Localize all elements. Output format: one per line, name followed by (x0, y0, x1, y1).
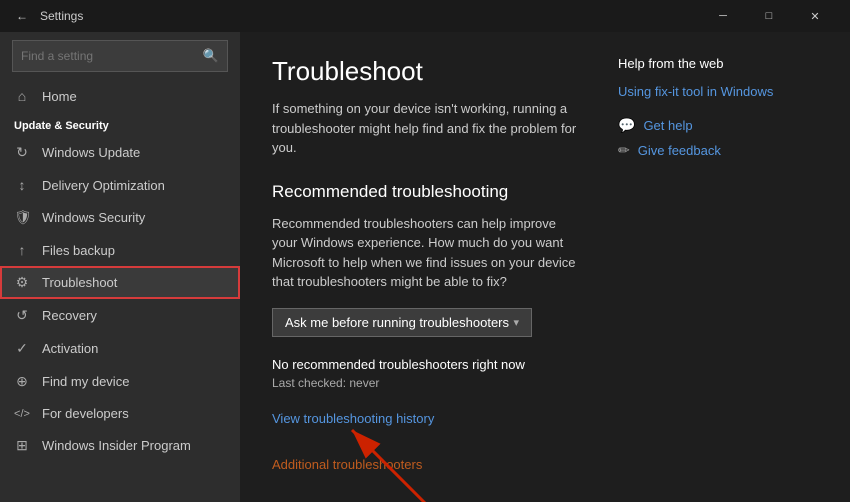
sidebar-item-windows-insider[interactable]: ⊞ Windows Insider Program (0, 429, 240, 462)
sidebar-section-label: Update & Security (0, 112, 240, 136)
search-box[interactable]: 🔍 (12, 40, 228, 72)
windows-update-icon: ↻ (14, 144, 30, 161)
dropdown-value: Ask me before running troubleshooters (285, 315, 509, 330)
troubleshoot-icon: ⚙ (14, 274, 30, 291)
help-title: Help from the web (618, 56, 818, 71)
content-main: Troubleshoot If something on your device… (272, 56, 578, 478)
sidebar-item-delivery-optimization[interactable]: ↕ Delivery Optimization (0, 169, 240, 201)
sidebar-item-windows-security[interactable]: 🛡 Windows Security (0, 201, 240, 234)
developers-icon: </> (14, 408, 30, 420)
sidebar-item-label: Windows Security (42, 210, 226, 225)
get-help-item[interactable]: 💬 Get help (618, 117, 818, 134)
minimize-icon: ─ (719, 10, 727, 22)
sidebar-item-label: Activation (42, 341, 226, 356)
backup-icon: ↑ (14, 242, 30, 258)
close-button[interactable]: ✕ (792, 0, 838, 32)
recommended-section-title: Recommended troubleshooting (272, 182, 578, 202)
sidebar-item-label: Troubleshoot (42, 275, 226, 290)
sidebar-item-label: Windows Insider Program (42, 438, 226, 453)
recovery-icon: ↺ (14, 307, 30, 324)
maximize-icon: □ (766, 10, 773, 22)
close-icon: ✕ (810, 10, 819, 23)
sidebar-item-label: Delivery Optimization (42, 178, 226, 193)
titlebar: ← Settings ─ □ ✕ (0, 0, 850, 32)
home-icon: ⌂ (14, 88, 30, 104)
titlebar-controls: ─ □ ✕ (700, 0, 838, 32)
view-history-link[interactable]: View troubleshooting history (272, 411, 434, 426)
find-device-icon: ⊕ (14, 373, 30, 390)
activation-icon: ✓ (14, 340, 30, 357)
page-title: Troubleshoot (272, 56, 578, 87)
sidebar-item-label: Home (42, 89, 226, 104)
back-icon: ← (16, 9, 28, 23)
delivery-icon: ↕ (14, 177, 30, 193)
troubleshoot-dropdown[interactable]: Ask me before running troubleshooters ▾ (272, 308, 532, 337)
insider-icon: ⊞ (14, 437, 30, 454)
main-layout: 🔍 ⌂ Home Update & Security ↻ Windows Upd… (0, 32, 850, 502)
content-area: Troubleshoot If something on your device… (240, 32, 850, 502)
get-help-text: Get help (643, 118, 692, 133)
sidebar-item-troubleshoot[interactable]: ⚙ Troubleshoot (0, 266, 240, 299)
last-checked-text: Last checked: never (272, 376, 578, 390)
sidebar-item-label: Windows Update (42, 145, 226, 160)
chevron-down-icon: ▾ (513, 316, 519, 329)
search-input[interactable] (21, 49, 203, 63)
sidebar-item-activation[interactable]: ✓ Activation (0, 332, 240, 365)
give-feedback-text: Give feedback (638, 143, 721, 158)
give-feedback-item[interactable]: ✏ Give feedback (618, 142, 818, 159)
feedback-icon: ✏ (618, 142, 630, 159)
sidebar-item-label: Recovery (42, 308, 226, 323)
recommended-desc: Recommended troubleshooters can help imp… (272, 214, 578, 292)
sidebar-item-find-my-device[interactable]: ⊕ Find my device (0, 365, 240, 398)
sidebar-item-label: For developers (42, 406, 226, 421)
sidebar-item-label: Files backup (42, 243, 226, 258)
sidebar-item-label: Find my device (42, 374, 226, 389)
sidebar: 🔍 ⌂ Home Update & Security ↻ Windows Upd… (0, 32, 240, 502)
security-icon: 🛡 (14, 209, 30, 226)
additional-troubleshooters-link[interactable]: Additional troubleshooters (272, 457, 422, 472)
maximize-button[interactable]: □ (746, 0, 792, 32)
get-help-icon: 💬 (618, 117, 635, 134)
side-panel: Help from the web Using fix-it tool in W… (618, 56, 818, 478)
search-icon: 🔍 (203, 48, 219, 64)
sidebar-item-home[interactable]: ⌂ Home (0, 80, 240, 112)
sidebar-item-for-developers[interactable]: </> For developers (0, 398, 240, 429)
minimize-button[interactable]: ─ (700, 0, 746, 32)
sidebar-item-recovery[interactable]: ↺ Recovery (0, 299, 240, 332)
sidebar-item-windows-update[interactable]: ↻ Windows Update (0, 136, 240, 169)
sidebar-item-files-backup[interactable]: ↑ Files backup (0, 234, 240, 266)
web-link[interactable]: Using fix-it tool in Windows (618, 83, 818, 101)
no-troubleshooters-text: No recommended troubleshooters right now (272, 357, 578, 372)
back-button[interactable]: ← (12, 6, 32, 26)
page-desc: If something on your device isn't workin… (272, 99, 578, 158)
titlebar-title: Settings (40, 9, 700, 23)
